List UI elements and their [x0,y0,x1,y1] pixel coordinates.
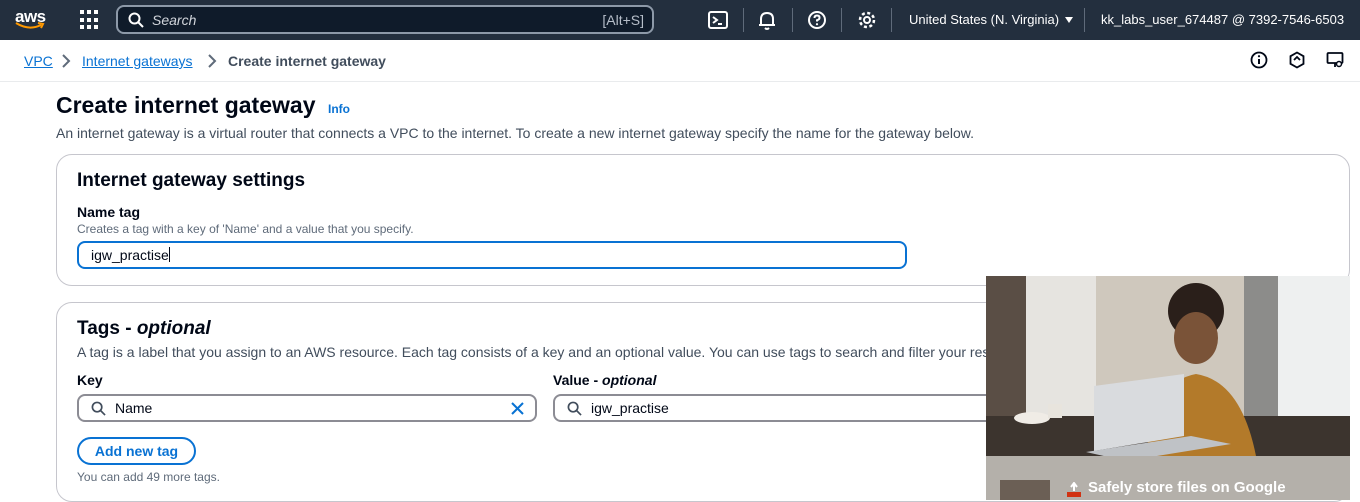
tags-title-optional: optional [136,318,211,339]
ad-thumbnail [1000,480,1050,500]
upload-tray-icon [1067,482,1081,497]
breadcrumb-vpc[interactable]: VPC [24,53,53,69]
tags-title-main: Tags - [77,318,137,339]
top-navigation-bar: aws Search [Alt+S] United States (N. Vir… [0,0,1360,40]
divider [743,8,744,32]
tag-key-value: Name [115,400,153,416]
settings-gear-icon[interactable] [856,9,878,31]
name-tag-label: Name tag [77,204,141,220]
value-label-optional: optional [602,372,657,388]
region-selector[interactable]: United States (N. Virginia) [909,12,1074,27]
search-icon [128,12,144,28]
tag-key-input[interactable]: Name [77,394,537,422]
aws-smile-icon [15,22,45,29]
tags-panel-title: Tags - optional [77,318,211,340]
search-icon [567,401,582,416]
internet-gateway-settings-panel: Internet gateway settings Name tag Creat… [56,154,1350,286]
add-new-tag-button[interactable]: Add new tag [77,437,196,465]
feedback-hexagon-icon[interactable] [1288,51,1306,69]
search-bar[interactable]: Search [Alt+S] [116,5,654,34]
divider [792,8,793,32]
tag-value-input[interactable]: igw_practise [553,394,1013,422]
account-label: kk_labs_user_674487 @ 7392-7546-6503 [1101,12,1345,27]
chevron-right-icon [208,54,217,68]
aws-logo[interactable]: aws [15,7,51,33]
value-label-main: Value - [553,372,603,388]
search-icon [91,401,106,416]
tag-limit-text: You can add 49 more tags. [77,470,220,484]
clear-x-icon[interactable] [510,401,525,416]
ad-photo-woman-laptop [986,276,1350,456]
text-cursor [168,247,170,262]
value-label: Value - optional [553,372,656,388]
services-grid-icon[interactable] [80,10,100,30]
divider [841,8,842,32]
divider [1084,8,1085,32]
tag-value-value: igw_practise [591,400,669,416]
ad-caption-text: Safely store files on Google [1088,479,1286,496]
notifications-bell-icon[interactable] [756,9,778,31]
info-circle-icon[interactable] [1250,51,1268,69]
cloudshell-icon[interactable] [707,9,729,31]
chevron-right-icon [62,54,71,68]
page-description: An internet gateway is a virtual router … [56,125,975,141]
account-menu[interactable]: kk_labs_user_674487 @ 7392-7546-6503 [1101,12,1344,27]
info-link[interactable]: Info [328,102,350,116]
video-ad-overlay[interactable]: Safely store files on Google [986,276,1350,500]
search-placeholder: Search [152,12,197,28]
name-tag-input[interactable]: igw_practise [77,241,907,269]
breadcrumb-internet-gateways[interactable]: Internet gateways [82,53,193,69]
page-title: Create internet gateway [56,92,316,118]
help-icon[interactable] [806,9,828,31]
search-shortcut: [Alt+S] [602,12,644,28]
region-label: United States (N. Virginia) [909,12,1060,27]
name-tag-value: igw_practise [91,247,169,263]
caret-down-icon [1065,17,1074,23]
breadcrumb-bar: VPC Internet gateways Create internet ga… [0,40,1360,82]
key-label: Key [77,372,103,388]
screen-settings-icon[interactable] [1326,51,1344,69]
divider [891,8,892,32]
name-tag-description: Creates a tag with a key of 'Name' and a… [77,222,414,236]
tags-description: A tag is a label that you assign to an A… [77,344,987,360]
breadcrumb-current: Create internet gateway [228,53,386,69]
settings-panel-title: Internet gateway settings [77,170,306,191]
